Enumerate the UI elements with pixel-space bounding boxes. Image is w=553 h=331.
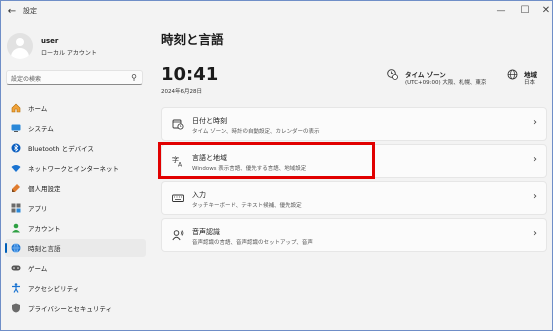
search-icon[interactable]: ⚲ <box>131 73 137 82</box>
current-date: 2024年6月28日 <box>161 89 202 95</box>
current-time: 10:41 <box>161 64 219 85</box>
gaming-icon <box>11 263 21 273</box>
card-speech[interactable]: 音声認識 音声認識の言語、音声認識のセットアップ、音声 › <box>161 218 547 252</box>
sidebar-item-label: アカウント <box>28 225 61 233</box>
highlight-box <box>158 142 375 179</box>
selection-indicator <box>5 243 7 253</box>
sidebar-item-network[interactable]: ネットワークとインターネット <box>5 159 146 177</box>
sidebar-item-label: 個人用設定 <box>28 185 61 193</box>
card-description: 音声認識の言語、音声認識のセットアップ、音声 <box>192 240 313 246</box>
sidebar-item-accessibility[interactable]: アクセシビリティ <box>5 279 146 297</box>
sidebar-item-label: システム <box>28 125 54 133</box>
home-icon <box>11 103 21 113</box>
back-arrow-icon[interactable]: ← <box>5 5 19 19</box>
keyboard-icon <box>172 192 184 204</box>
sidebar-item-system[interactable]: システム <box>5 119 146 137</box>
apps-icon <box>11 203 21 213</box>
settings-window: ← 設定 — ☐ ✕ user ローカル アカウント 設定の検索 ⚲ ホーム シ… <box>0 0 553 331</box>
accessibility-icon <box>11 283 21 293</box>
sidebar-item-privacy[interactable]: プライバシーとセキュリティ <box>5 299 146 317</box>
sidebar-item-label: ホーム <box>28 105 48 113</box>
sidebar: user ローカル アカウント 設定の検索 ⚲ ホーム システム Bluetoo… <box>1 23 151 330</box>
card-description: タッチキーボード、テキスト候補、優先設定 <box>192 203 302 209</box>
privacy-icon <box>11 303 21 313</box>
sidebar-item-apps[interactable]: アプリ <box>5 199 146 217</box>
system-icon <box>11 123 21 133</box>
sidebar-item-time-language[interactable]: 時刻と言語 <box>5 239 146 257</box>
sidebar-item-label: ネットワークとインターネット <box>28 165 119 173</box>
card-title: 音声認識 <box>192 228 220 236</box>
sidebar-item-gaming[interactable]: ゲーム <box>5 259 146 277</box>
sidebar-item-home[interactable]: ホーム <box>5 99 146 117</box>
sidebar-item-label: Bluetooth とデバイス <box>28 145 94 153</box>
account-type: ローカル アカウント <box>41 50 97 57</box>
user-name: user <box>41 37 59 45</box>
avatar[interactable] <box>7 33 33 59</box>
chevron-right-icon: › <box>533 117 537 128</box>
sidebar-item-label: ゲーム <box>28 265 48 273</box>
card-title: 日付と時刻 <box>192 117 227 125</box>
network-icon <box>11 163 21 173</box>
bluetooth-icon <box>11 143 21 153</box>
timezone-value: (UTC+09:00) 大阪、札幌、東京 <box>405 80 487 86</box>
window-title: 設定 <box>23 7 37 15</box>
personalization-icon <box>11 183 21 193</box>
sidebar-item-label: アプリ <box>28 205 48 213</box>
account-icon <box>11 223 21 233</box>
chevron-right-icon: › <box>533 228 537 239</box>
search-input[interactable]: 設定の検索 ⚲ <box>6 70 143 85</box>
region-value: 日本 <box>524 80 536 86</box>
globe-icon <box>507 69 518 80</box>
card-title: 入力 <box>192 191 206 199</box>
search-placeholder: 設定の検索 <box>11 76 42 83</box>
speech-icon <box>172 229 184 241</box>
card-date-time[interactable]: 日付と時刻 タイム ゾーン、時計の自動設定、カレンダーの表示 › <box>161 107 547 141</box>
title-bar: ← 設定 — ☐ ✕ <box>1 1 552 23</box>
sidebar-item-personalization[interactable]: 個人用設定 <box>5 179 146 197</box>
time-language-icon <box>11 243 21 253</box>
sidebar-item-label: プライバシーとセキュリティ <box>28 305 112 313</box>
calendar-clock-icon <box>172 118 184 130</box>
sidebar-item-label: 時刻と言語 <box>28 245 61 253</box>
card-description: タイム ゾーン、時計の自動設定、カレンダーの表示 <box>192 129 320 135</box>
sidebar-item-bluetooth[interactable]: Bluetooth とデバイス <box>5 139 146 157</box>
chevron-right-icon: › <box>533 154 537 165</box>
card-typing[interactable]: 入力 タッチキーボード、テキスト候補、優先設定 › <box>161 181 547 215</box>
close-icon[interactable]: ✕ <box>531 1 552 23</box>
sidebar-item-account[interactable]: アカウント <box>5 219 146 237</box>
timezone-icon <box>387 69 398 80</box>
chevron-right-icon: › <box>533 191 537 202</box>
sidebar-item-label: アクセシビリティ <box>28 285 80 293</box>
page-title: 時刻と言語 <box>161 32 224 47</box>
